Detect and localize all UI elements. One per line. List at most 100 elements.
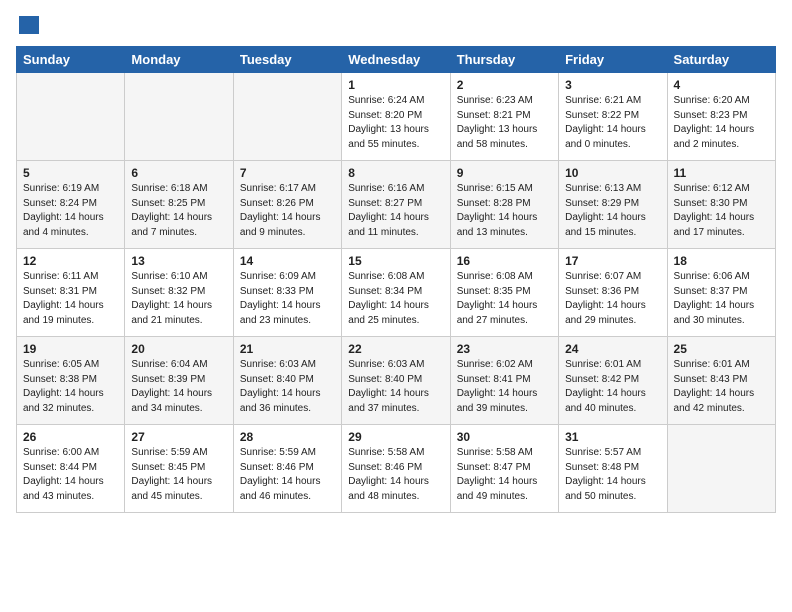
day-number: 29 [348, 430, 443, 444]
calendar-header-tuesday: Tuesday [233, 47, 341, 73]
day-number: 19 [23, 342, 118, 356]
day-number: 10 [565, 166, 660, 180]
calendar-cell: 6 Sunrise: 6:18 AMSunset: 8:25 PMDaylight… [125, 161, 233, 249]
calendar-cell: 11Sunrise: 6:12 AMSunset: 8:30 PMDayligh… [667, 161, 775, 249]
cell-content: Sunrise: 6:00 AMSunset: 8:44 PMDaylight:… [23, 446, 118, 504]
week-row-5: 26 Sunrise: 6:00 AMSunset: 8:44 PMDayligh… [17, 425, 776, 513]
day-number: 11 [674, 166, 769, 180]
cell-content: Sunrise: 6:16 AMSunset: 8:27 PMDaylight:… [348, 182, 443, 240]
day-number: 1 [348, 78, 443, 92]
day-number: 31 [565, 430, 660, 444]
calendar-cell: 28 Sunrise: 5:59 AMSunset: 8:46 PMDayligh… [233, 425, 341, 513]
calendar-cell: 14 Sunrise: 6:09 AMSunset: 8:33 PMDayligh… [233, 249, 341, 337]
day-number: 28 [240, 430, 335, 444]
cell-content: Sunrise: 6:19 AMSunset: 8:24 PMDaylight:… [23, 182, 118, 240]
day-number: 12 [23, 254, 118, 268]
day-number: 27 [131, 430, 226, 444]
day-number: 21 [240, 342, 335, 356]
day-number: 6 [131, 166, 226, 180]
calendar-header-friday: Friday [559, 47, 667, 73]
calendar-header-monday: Monday [125, 47, 233, 73]
cell-content: Sunrise: 6:17 AMSunset: 8:26 PMDaylight:… [240, 182, 335, 240]
cell-content: Sunrise: 6:10 AMSunset: 8:32 PMDaylight:… [131, 270, 226, 328]
logo [16, 16, 39, 36]
calendar-cell: 3 Sunrise: 6:21 AMSunset: 8:22 PMDaylight… [559, 73, 667, 161]
calendar-table: SundayMondayTuesdayWednesdayThursdayFrid… [16, 46, 776, 513]
calendar-cell: 9Sunrise: 6:15 AMSunset: 8:28 PMDaylight… [450, 161, 558, 249]
calendar-cell: 26 Sunrise: 6:00 AMSunset: 8:44 PMDayligh… [17, 425, 125, 513]
calendar-cell: 30 Sunrise: 5:58 AMSunset: 8:47 PMDayligh… [450, 425, 558, 513]
calendar-cell [125, 73, 233, 161]
calendar-cell: 25 Sunrise: 6:01 AMSunset: 8:43 PMDayligh… [667, 337, 775, 425]
day-number: 22 [348, 342, 443, 356]
calendar-cell: 16Sunrise: 6:08 AMSunset: 8:35 PMDayligh… [450, 249, 558, 337]
cell-content: Sunrise: 5:57 AMSunset: 8:48 PMDaylight:… [565, 446, 660, 504]
week-row-3: 12 Sunrise: 6:11 AMSunset: 8:31 PMDayligh… [17, 249, 776, 337]
cell-content: Sunrise: 6:03 AMSunset: 8:40 PMDaylight:… [240, 358, 335, 416]
cell-content: Sunrise: 6:08 AMSunset: 8:34 PMDaylight:… [348, 270, 443, 328]
calendar-cell: 5 Sunrise: 6:19 AMSunset: 8:24 PMDaylight… [17, 161, 125, 249]
cell-content: Sunrise: 6:20 AMSunset: 8:23 PMDaylight:… [674, 94, 769, 152]
day-number: 4 [674, 78, 769, 92]
cell-content: Sunrise: 5:59 AMSunset: 8:46 PMDaylight:… [240, 446, 335, 504]
calendar-cell: 24 Sunrise: 6:01 AMSunset: 8:42 PMDayligh… [559, 337, 667, 425]
calendar-header-saturday: Saturday [667, 47, 775, 73]
calendar-cell: 31 Sunrise: 5:57 AMSunset: 8:48 PMDayligh… [559, 425, 667, 513]
day-number: 8 [348, 166, 443, 180]
day-number: 24 [565, 342, 660, 356]
calendar-cell: 22Sunrise: 6:03 AMSunset: 8:40 PMDayligh… [342, 337, 450, 425]
cell-content: Sunrise: 6:05 AMSunset: 8:38 PMDaylight:… [23, 358, 118, 416]
day-number: 16 [457, 254, 552, 268]
calendar-header-thursday: Thursday [450, 47, 558, 73]
calendar-cell: 23 Sunrise: 6:02 AMSunset: 8:41 PMDayligh… [450, 337, 558, 425]
calendar-cell: 13 Sunrise: 6:10 AMSunset: 8:32 PMDayligh… [125, 249, 233, 337]
day-number: 26 [23, 430, 118, 444]
day-number: 30 [457, 430, 552, 444]
calendar-cell: 19 Sunrise: 6:05 AMSunset: 8:38 PMDayligh… [17, 337, 125, 425]
calendar-cell: 2Sunrise: 6:23 AMSunset: 8:21 PMDaylight… [450, 73, 558, 161]
calendar-cell: 17Sunrise: 6:07 AMSunset: 8:36 PMDayligh… [559, 249, 667, 337]
calendar-header-wednesday: Wednesday [342, 47, 450, 73]
calendar-cell: 21 Sunrise: 6:03 AMSunset: 8:40 PMDayligh… [233, 337, 341, 425]
day-number: 20 [131, 342, 226, 356]
calendar-cell: 12 Sunrise: 6:11 AMSunset: 8:31 PMDayligh… [17, 249, 125, 337]
cell-content: Sunrise: 6:02 AMSunset: 8:41 PMDaylight:… [457, 358, 552, 416]
calendar-cell: 18Sunrise: 6:06 AMSunset: 8:37 PMDayligh… [667, 249, 775, 337]
cell-content: Sunrise: 5:59 AMSunset: 8:45 PMDaylight:… [131, 446, 226, 504]
week-row-1: 1 Sunrise: 6:24 AMSunset: 8:20 PMDaylight… [17, 73, 776, 161]
calendar-cell: 10 Sunrise: 6:13 AMSunset: 8:29 PMDayligh… [559, 161, 667, 249]
day-number: 9 [457, 166, 552, 180]
calendar-cell: 20 Sunrise: 6:04 AMSunset: 8:39 PMDayligh… [125, 337, 233, 425]
cell-content: Sunrise: 6:23 AMSunset: 8:21 PMDaylight:… [457, 94, 552, 152]
day-number: 13 [131, 254, 226, 268]
day-number: 18 [674, 254, 769, 268]
cell-content: Sunrise: 6:04 AMSunset: 8:39 PMDaylight:… [131, 358, 226, 416]
calendar-cell: 15 Sunrise: 6:08 AMSunset: 8:34 PMDayligh… [342, 249, 450, 337]
calendar-header-row: SundayMondayTuesdayWednesdayThursdayFrid… [17, 47, 776, 73]
cell-content: Sunrise: 6:21 AMSunset: 8:22 PMDaylight:… [565, 94, 660, 152]
cell-content: Sunrise: 6:09 AMSunset: 8:33 PMDaylight:… [240, 270, 335, 328]
cell-content: Sunrise: 6:13 AMSunset: 8:29 PMDaylight:… [565, 182, 660, 240]
cell-content: Sunrise: 6:01 AMSunset: 8:43 PMDaylight:… [674, 358, 769, 416]
cell-content: Sunrise: 6:18 AMSunset: 8:25 PMDaylight:… [131, 182, 226, 240]
calendar-cell: 4 Sunrise: 6:20 AMSunset: 8:23 PMDaylight… [667, 73, 775, 161]
day-number: 15 [348, 254, 443, 268]
cell-content: Sunrise: 5:58 AMSunset: 8:47 PMDaylight:… [457, 446, 552, 504]
cell-content: Sunrise: 6:11 AMSunset: 8:31 PMDaylight:… [23, 270, 118, 328]
calendar-header-sunday: Sunday [17, 47, 125, 73]
day-number: 14 [240, 254, 335, 268]
calendar-cell: 1 Sunrise: 6:24 AMSunset: 8:20 PMDaylight… [342, 73, 450, 161]
calendar-cell [17, 73, 125, 161]
day-number: 23 [457, 342, 552, 356]
day-number: 7 [240, 166, 335, 180]
calendar-cell [667, 425, 775, 513]
calendar-cell [233, 73, 341, 161]
day-number: 25 [674, 342, 769, 356]
week-row-2: 5 Sunrise: 6:19 AMSunset: 8:24 PMDaylight… [17, 161, 776, 249]
logo-flag-icon [17, 16, 39, 34]
day-number: 5 [23, 166, 118, 180]
cell-content: Sunrise: 6:01 AMSunset: 8:42 PMDaylight:… [565, 358, 660, 416]
cell-content: Sunrise: 6:24 AMSunset: 8:20 PMDaylight:… [348, 94, 443, 152]
day-number: 17 [565, 254, 660, 268]
day-number: 3 [565, 78, 660, 92]
